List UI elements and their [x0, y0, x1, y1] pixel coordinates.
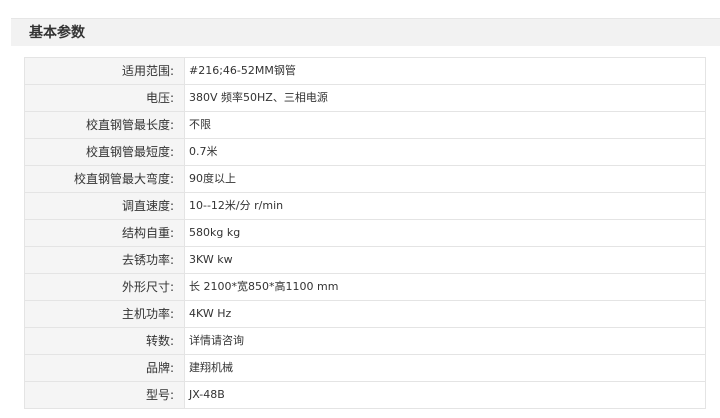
- table-row: 电压: 380V 频率50HZ、三相电源: [24, 84, 706, 112]
- param-label: 适用范围:: [24, 57, 185, 85]
- param-label: 型号:: [24, 381, 185, 409]
- table-row: 品牌: 建翔机械: [24, 354, 706, 382]
- table-row: 外形尺寸: 长 2100*宽850*高1100 mm: [24, 273, 706, 301]
- section-title: 基本参数: [29, 25, 85, 41]
- table-row: 校直钢管最大弯度: 90度以上: [24, 165, 706, 193]
- param-label: 校直钢管最长度:: [24, 111, 185, 139]
- param-value: 580kg kg: [184, 219, 706, 247]
- section-header: 基本参数: [11, 18, 720, 46]
- param-label: 结构自重:: [24, 219, 185, 247]
- table-row: 校直钢管最短度: 0.7米: [24, 138, 706, 166]
- param-value: 0.7米: [184, 138, 706, 166]
- param-label: 主机功率:: [24, 300, 185, 328]
- param-value: 建翔机械: [184, 354, 706, 382]
- param-value: 详情请咨询: [184, 327, 706, 355]
- param-label: 校直钢管最短度:: [24, 138, 185, 166]
- table-row: 去锈功率: 3KW kw: [24, 246, 706, 274]
- param-value: 10--12米/分 r/min: [184, 192, 706, 220]
- param-value: #216;46-52MM钢管: [184, 57, 706, 85]
- param-value: 长 2100*宽850*高1100 mm: [184, 273, 706, 301]
- param-label: 电压:: [24, 84, 185, 112]
- param-value: 4KW Hz: [184, 300, 706, 328]
- param-label: 调直速度:: [24, 192, 185, 220]
- param-value: 380V 频率50HZ、三相电源: [184, 84, 706, 112]
- param-label: 去锈功率:: [24, 246, 185, 274]
- table-row: 校直钢管最长度: 不限: [24, 111, 706, 139]
- param-value: JX-48B: [184, 381, 706, 409]
- params-table: 适用范围: #216;46-52MM钢管 电压: 380V 频率50HZ、三相电…: [24, 57, 706, 409]
- param-label: 外形尺寸:: [24, 273, 185, 301]
- table-row: 主机功率: 4KW Hz: [24, 300, 706, 328]
- param-label: 转数:: [24, 327, 185, 355]
- param-value: 3KW kw: [184, 246, 706, 274]
- table-row: 型号: JX-48B: [24, 381, 706, 409]
- table-row: 转数: 详情请咨询: [24, 327, 706, 355]
- table-row: 调直速度: 10--12米/分 r/min: [24, 192, 706, 220]
- param-value: 不限: [184, 111, 706, 139]
- table-row: 结构自重: 580kg kg: [24, 219, 706, 247]
- param-value: 90度以上: [184, 165, 706, 193]
- table-row: 适用范围: #216;46-52MM钢管: [24, 57, 706, 85]
- param-label: 校直钢管最大弯度:: [24, 165, 185, 193]
- param-label: 品牌:: [24, 354, 185, 382]
